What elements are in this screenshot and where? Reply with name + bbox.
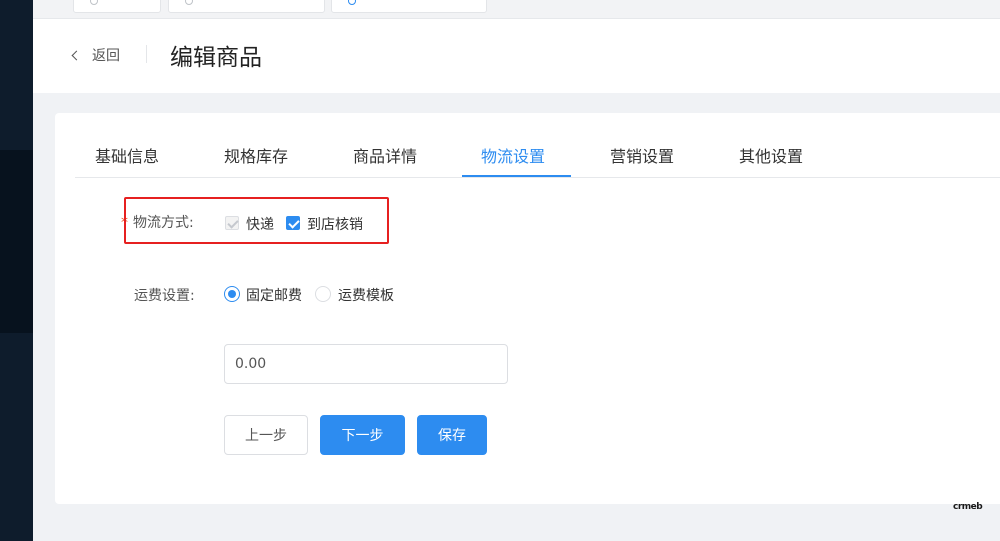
tab-product-detail[interactable]: 商品详情 xyxy=(353,143,417,167)
section-tabs: 基础信息 规格库存 商品详情 物流设置 营销设置 其他设置 xyxy=(75,135,1000,178)
fixed-postage-label: 固定邮费 xyxy=(246,288,302,304)
tab-status-icon xyxy=(348,0,356,5)
page-tab-2[interactable] xyxy=(168,0,325,13)
tab-status-icon xyxy=(90,0,98,5)
chevron-left-icon xyxy=(71,50,82,61)
active-tab-indicator xyxy=(462,175,571,177)
form-card: 基础信息 规格库存 商品详情 物流设置 营销设置 其他设置 xyxy=(55,113,1000,504)
page-header: 返回 编辑商品 xyxy=(33,19,1000,93)
tab-status-icon xyxy=(185,0,193,5)
next-step-button[interactable]: 下一步 xyxy=(320,415,405,455)
fixed-postage-radio[interactable] xyxy=(224,286,240,302)
freight-template-label: 运费模板 xyxy=(338,288,394,304)
postage-amount-input[interactable] xyxy=(224,344,508,384)
tab-other[interactable]: 其他设置 xyxy=(739,143,803,167)
back-label: 返回 xyxy=(92,48,120,64)
sidebar-active-band xyxy=(0,150,33,333)
tab-spec-stock[interactable]: 规格库存 xyxy=(224,143,288,167)
tab-marketing[interactable]: 营销设置 xyxy=(610,143,674,167)
page-tab-3[interactable] xyxy=(331,0,487,13)
sidebar xyxy=(0,0,33,541)
prev-step-button[interactable]: 上一步 xyxy=(224,415,308,455)
freight-template-radio[interactable] xyxy=(315,286,331,302)
annotation-highlight-box xyxy=(124,197,389,244)
tab-logistics[interactable]: 物流设置 xyxy=(481,143,545,167)
header-divider xyxy=(146,45,147,63)
back-button[interactable]: 返回 xyxy=(71,45,120,65)
page-tab-1[interactable] xyxy=(73,0,161,13)
page-title: 编辑商品 xyxy=(170,45,262,71)
freight-label: 运费设置: xyxy=(134,288,195,304)
crmeb-logo: crmeb xyxy=(953,502,983,512)
save-button[interactable]: 保存 xyxy=(417,415,487,455)
page-tabs-strip xyxy=(33,0,1000,19)
tab-basic-info[interactable]: 基础信息 xyxy=(95,143,159,167)
